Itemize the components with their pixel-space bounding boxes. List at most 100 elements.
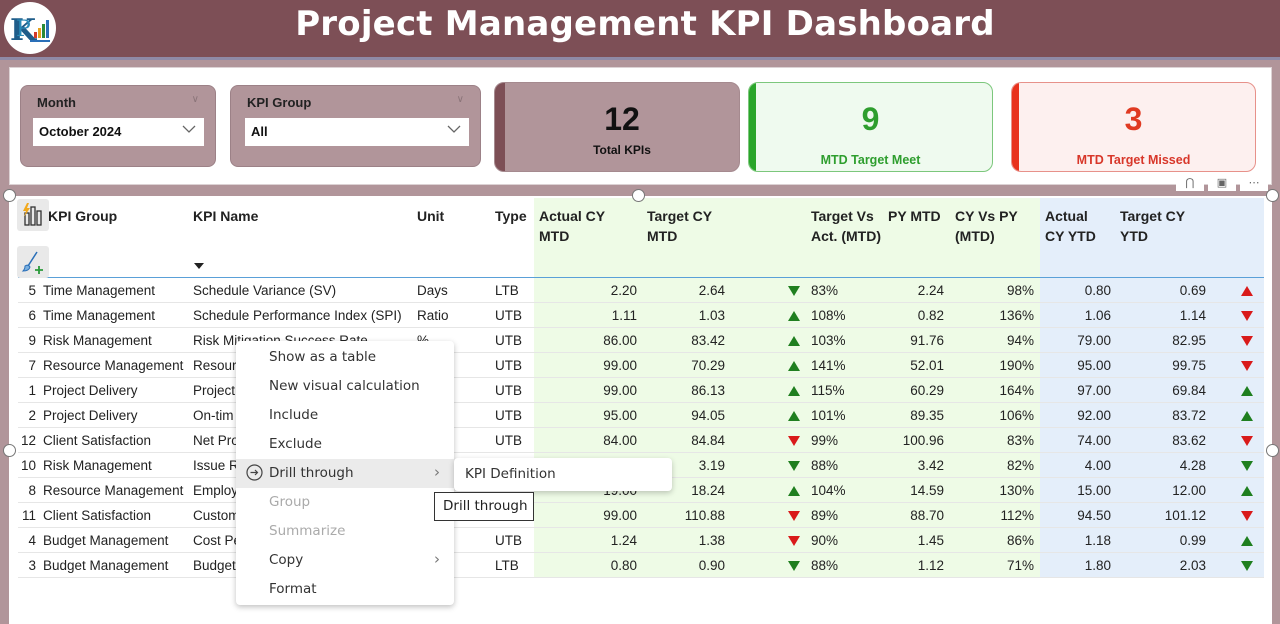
kpi-group-cell: Client Satisfaction — [43, 433, 152, 448]
actual-cy-mtd-cell: 1.24 — [610, 533, 637, 548]
table-row[interactable]: 7 Resource Management Resour UTB 99.00 70.29 1… — [18, 353, 1264, 378]
context-menu-item-show-as-a-table[interactable]: Show as a table — [236, 343, 454, 372]
more-options-icon[interactable]: ⋯ — [1240, 175, 1268, 191]
header-py-mtd[interactable]: PY MTD — [888, 206, 941, 226]
py-mtd-cell: 1.45 — [917, 533, 944, 548]
kpi-group-slicer-label: KPI Group — [247, 95, 312, 110]
total-kpis-caption: Total KPIs — [593, 143, 651, 157]
resize-handle[interactable] — [1266, 444, 1279, 457]
actual-cy-ytd-cell: 94.50 — [1077, 508, 1111, 523]
target-missed-value: 3 — [1124, 101, 1143, 137]
row-index: 11 — [21, 508, 36, 523]
py-mtd-cell: 0.82 — [917, 308, 944, 323]
kpi-name-cell: Schedule Variance (SV) — [193, 283, 337, 298]
target-missed-card: 3 MTD Target Missed — [1011, 82, 1256, 172]
type-cell: LTB — [495, 558, 519, 573]
target-cy-mtd-cell: 86.13 — [691, 383, 725, 398]
target-cy-mtd-cell: 94.05 — [691, 408, 725, 423]
tooltip: Drill through — [434, 492, 534, 521]
header-actual-cy-ytd[interactable]: Actual CY YTD — [1045, 206, 1105, 246]
header-cy-vs-py[interactable]: CY Vs PY (MTD) — [955, 206, 1027, 246]
format-painter-button[interactable] — [17, 246, 49, 278]
actual-cy-ytd-cell: 0.80 — [1084, 283, 1111, 298]
context-menu-item-copy[interactable]: Copy › — [236, 546, 454, 575]
py-mtd-cell: 60.29 — [910, 383, 944, 398]
ytd-indicator — [1241, 508, 1253, 524]
sort-descending-icon[interactable] — [194, 263, 204, 269]
kpi-group-cell: Risk Management — [43, 333, 152, 348]
kpi-group-cell: Client Satisfaction — [43, 508, 152, 523]
table-row[interactable]: 6 Time Management Schedule Performance Ind… — [18, 303, 1264, 328]
target-missed-caption: MTD Target Missed — [1076, 153, 1191, 167]
target-cy-mtd-cell: 1.03 — [698, 308, 725, 323]
card-accent-bar — [495, 83, 505, 171]
row-index: 6 — [28, 308, 36, 323]
py-mtd-cell: 3.42 — [917, 458, 944, 473]
drill-through-submenu[interactable]: KPI Definition — [454, 458, 672, 491]
unit-cell: Days — [417, 283, 448, 298]
focus-mode-icon[interactable]: ▣ — [1208, 175, 1236, 191]
kpi-group-slicer[interactable]: KPI Group ∨ All — [230, 85, 481, 167]
context-menu-item-exclude[interactable]: Exclude — [236, 430, 454, 459]
table-row[interactable]: 2 Project Delivery On-tim UTB 95.00 94.05 101%… — [18, 403, 1264, 428]
quick-insights-button[interactable] — [17, 199, 49, 231]
context-menu-item-label: Summarize — [269, 523, 346, 539]
context-menu: Show as a table New visual calculation Inc… — [236, 341, 454, 605]
triangle-up-red-icon — [1241, 286, 1253, 296]
py-mtd-cell: 2.24 — [917, 283, 944, 298]
header-target-cy-mtd[interactable]: Target CY MTD — [647, 206, 727, 246]
header-unit[interactable]: Unit — [417, 206, 444, 226]
table-row[interactable]: 11 Client Satisfaction Custom 99.00 110.88 89… — [18, 503, 1264, 528]
table-row[interactable]: 1 Project Delivery Project UTB 99.00 86.13 115… — [18, 378, 1264, 403]
table-row[interactable]: 3 Budget Management Budget LTB 0.80 0.90 88% 1.… — [18, 553, 1264, 578]
row-index: 1 — [28, 383, 36, 398]
py-mtd-cell: 1.12 — [917, 558, 944, 573]
drill-through-icon — [246, 464, 263, 481]
header-type[interactable]: Type — [495, 206, 527, 226]
mtd-indicator — [788, 433, 800, 449]
resize-handle[interactable] — [632, 189, 645, 202]
table-row[interactable]: 5 Time Management Schedule Variance (SV) Da… — [18, 278, 1264, 303]
table-row[interactable]: 12 Client Satisfaction Net Pro UTB 84.00 84.8… — [18, 428, 1264, 453]
visual-header-toolbar: ⋂ ▣ ⋯ — [1176, 175, 1272, 193]
header-bar: K P Project Management KPI Dashboard — [0, 0, 1280, 57]
month-slicer[interactable]: Month ∨ October 2024 — [20, 85, 216, 167]
resize-handle[interactable] — [1266, 189, 1279, 202]
header-kpi-group[interactable]: KPI Group — [48, 206, 117, 226]
context-menu-item-include[interactable]: Include — [236, 401, 454, 430]
ytd-indicator — [1241, 308, 1253, 324]
target-meet-value: 9 — [861, 101, 880, 137]
context-menu-item-label: New visual calculation — [269, 378, 420, 394]
header-target-cy-ytd[interactable]: Target CY YTD — [1120, 206, 1200, 246]
context-menu-item-drill-through[interactable]: Drill through › — [236, 459, 454, 488]
ytd-indicator — [1241, 558, 1253, 574]
chevron-down-icon[interactable]: ∨ — [192, 94, 199, 105]
kpi-group-dropdown[interactable]: All — [245, 118, 469, 146]
py-mtd-cell: 52.01 — [910, 358, 944, 373]
type-cell: UTB — [495, 383, 522, 398]
triangle-up-green-icon — [788, 311, 800, 321]
resize-handle[interactable] — [3, 189, 16, 202]
target-meet-caption: MTD Target Meet — [820, 153, 921, 167]
header-actual-cy-mtd[interactable]: Actual CY MTD — [539, 206, 619, 246]
triangle-up-green-icon — [1241, 486, 1253, 496]
table-row[interactable]: 9Risk ManagementRisk Mitigation Success … — [18, 328, 1264, 353]
chevron-down-icon[interactable]: ∨ — [457, 94, 464, 105]
filter-icon[interactable]: ⋂ — [1176, 175, 1204, 191]
header-target-vs-act[interactable]: Target Vs Act. (MTD) — [811, 206, 883, 246]
py-mtd-cell: 100.96 — [902, 433, 944, 448]
context-menu-item-format[interactable]: Format — [236, 575, 454, 604]
target-vs-act-cell: 108% — [811, 308, 846, 323]
context-menu-item-new-visual-calculation[interactable]: New visual calculation — [236, 372, 454, 401]
cy-vs-py-cell: 112% — [1000, 508, 1034, 523]
bar-chart-lightning-icon — [23, 203, 42, 226]
resize-handle[interactable] — [3, 444, 16, 457]
total-kpis-card: 12 Total KPIs — [494, 82, 740, 172]
table-row[interactable]: 4 Budget Management Cost Pe UTB 1.24 1.38 90% 1… — [18, 528, 1264, 553]
triangle-up-green-icon — [788, 386, 800, 396]
header-kpi-name[interactable]: KPI Name — [193, 206, 258, 226]
submenu-item-kpi-definition[interactable]: KPI Definition — [465, 466, 556, 482]
month-dropdown[interactable]: October 2024 — [33, 118, 204, 146]
kpi-group-cell: Time Management — [43, 308, 156, 323]
mtd-indicator — [788, 308, 800, 324]
